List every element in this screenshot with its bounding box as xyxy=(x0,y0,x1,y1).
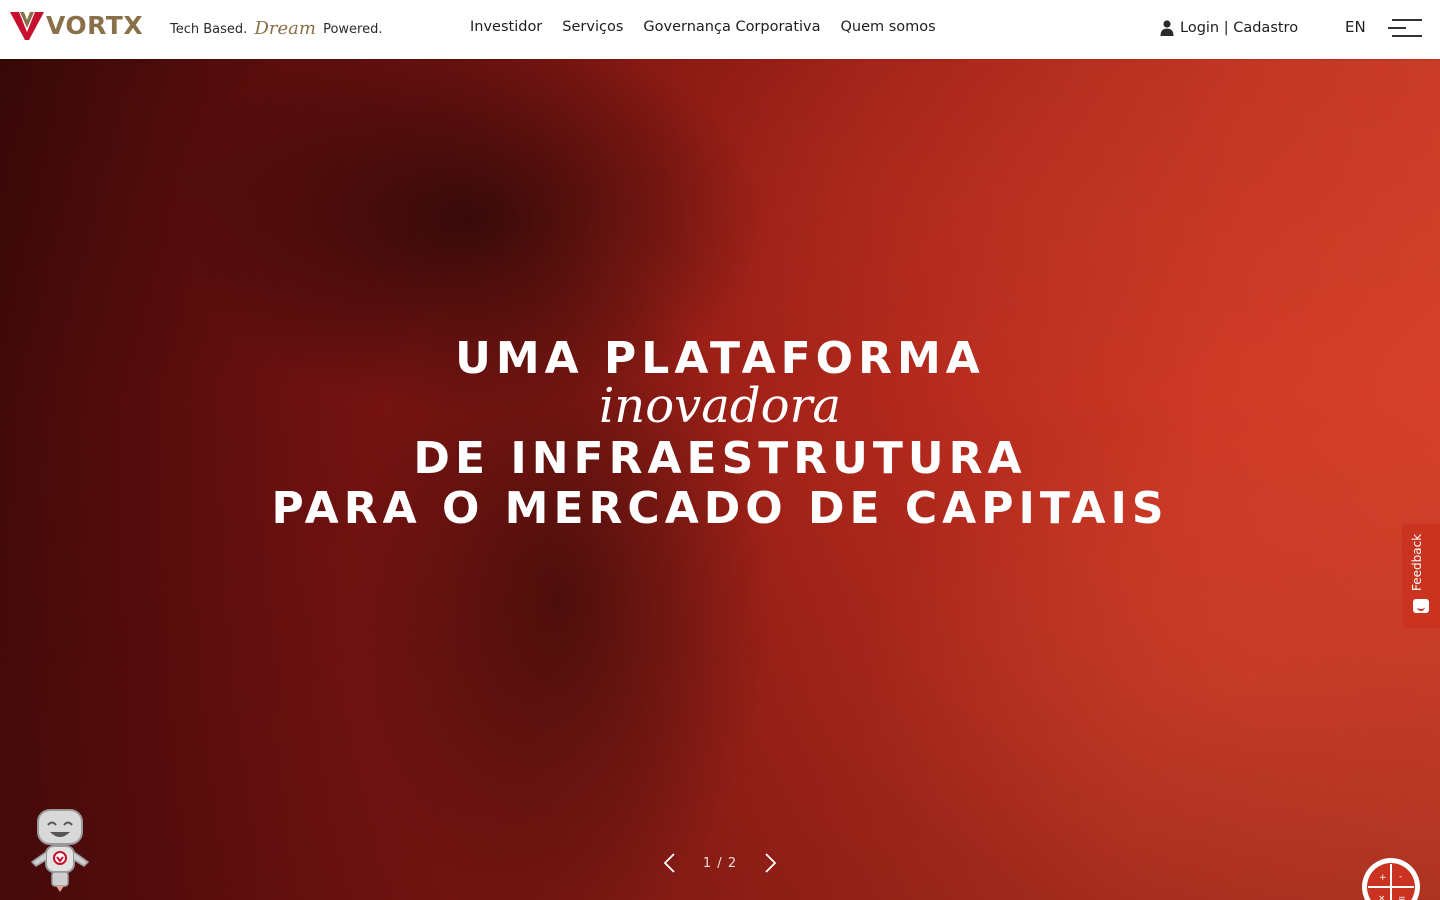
hamburger-menu-icon[interactable] xyxy=(1388,17,1422,39)
tagline-script: Dream xyxy=(254,18,316,39)
robot-mascot-icon[interactable] xyxy=(22,806,98,892)
tagline-before: Tech Based. xyxy=(170,22,248,37)
svg-text:×: × xyxy=(1378,894,1386,900)
nav-item-servicos[interactable]: Serviços xyxy=(562,19,623,35)
nav-item-quem-somos[interactable]: Quem somos xyxy=(841,19,936,35)
svg-text:-: - xyxy=(1399,872,1402,882)
calculator-icon[interactable]: + - × = xyxy=(1361,857,1421,900)
nav-item-governanca[interactable]: Governança Corporativa xyxy=(643,19,820,35)
hero-headline: UMA PLATAFORMA inovadora DE INFRAESTRUTU… xyxy=(0,334,1440,534)
tagline-after: Powered. xyxy=(323,22,383,37)
slide-counter: 1 / 2 xyxy=(702,855,738,871)
language-switch[interactable]: EN xyxy=(1345,18,1366,36)
feedback-tab[interactable]: Feedback xyxy=(1402,524,1440,628)
user-icon xyxy=(1160,20,1174,36)
slide-pager: 1 / 2 xyxy=(660,848,780,878)
main-nav: Investidor Serviços Governança Corporati… xyxy=(470,19,936,35)
top-header: VORTX Tech Based. Dream Powered. Investi… xyxy=(0,0,1440,59)
login-label: Login | Cadastro xyxy=(1180,20,1299,36)
headline-line-3: DE INFRAESTRUTURA xyxy=(413,433,1027,484)
brand-tagline: Tech Based. Dream Powered. xyxy=(170,17,383,39)
svg-text:=: = xyxy=(1398,894,1406,900)
nav-item-investidor[interactable]: Investidor xyxy=(470,19,542,35)
svg-text:+: + xyxy=(1379,873,1387,883)
vortx-logo[interactable]: VORTX xyxy=(10,10,143,42)
chevron-left-icon[interactable] xyxy=(660,851,680,875)
vortx-v-icon xyxy=(10,12,44,40)
brand-name: VORTX xyxy=(46,11,144,40)
headline-line-4: PARA O MERCADO DE CAPITAIS xyxy=(271,483,1169,534)
hero-banner: UMA PLATAFORMA inovadora DE INFRAESTRUTU… xyxy=(0,59,1440,900)
feedback-label: Feedback xyxy=(1410,533,1424,591)
login-link[interactable]: Login | Cadastro xyxy=(1160,20,1298,36)
headline-script: inovadora xyxy=(598,378,842,434)
chevron-right-icon[interactable] xyxy=(760,851,780,875)
smile-icon xyxy=(1413,599,1429,613)
